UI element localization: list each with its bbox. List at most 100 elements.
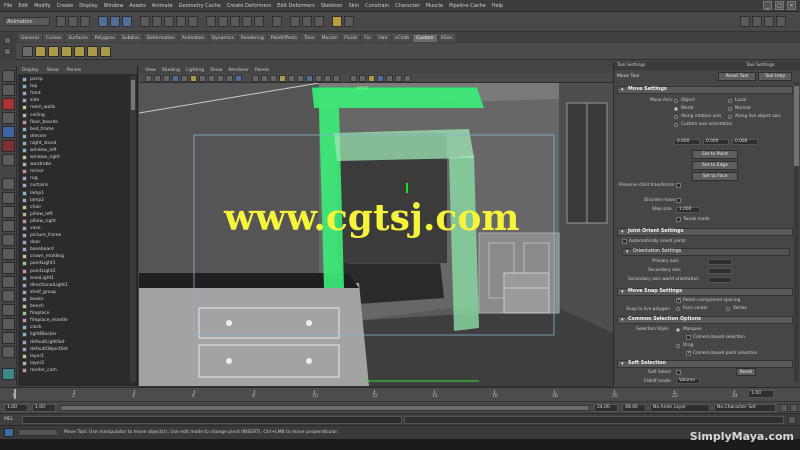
shelf-tab-xgen[interactable]: XGen	[437, 34, 456, 42]
outliner-row[interactable]: books	[18, 296, 130, 303]
menu-character[interactable]: Character	[395, 3, 420, 9]
set-to-face-button[interactable]: Set to Face	[692, 172, 738, 181]
shelf-tab-curves[interactable]: Curves	[42, 34, 65, 42]
shelf-tab-general[interactable]: General	[18, 34, 42, 42]
outliner-row[interactable]: baseboard	[18, 246, 130, 253]
radio-marquee[interactable]	[676, 328, 680, 332]
anim-end-field[interactable]: 48.00	[622, 404, 646, 412]
outliner-row[interactable]: clock	[18, 324, 130, 331]
command-input[interactable]	[22, 416, 402, 424]
common-selection-section[interactable]: Common Selection Options	[617, 316, 793, 324]
anim-layer-dropdown[interactable]: No Anim Layer	[650, 404, 710, 412]
menu-pipeline-cache[interactable]: Pipeline Cache	[449, 3, 486, 9]
viewport-toolbar-icon[interactable]	[208, 75, 215, 82]
viewport-toolbar-icon[interactable]	[386, 75, 393, 82]
outliner-row[interactable]: lamp1	[18, 190, 130, 197]
viewport-toolbar-icon[interactable]	[252, 75, 259, 82]
soft-selection-section[interactable]: Soft Selection	[617, 360, 793, 368]
menu-skeleton[interactable]: Skeleton	[321, 3, 343, 9]
current-time-field[interactable]: 1.00	[748, 390, 774, 398]
render-current-frame-icon[interactable]	[290, 16, 300, 27]
outliner-row[interactable]: ceiling	[18, 111, 130, 118]
outliner-row[interactable]: pointLight2	[18, 268, 130, 275]
scroll-thumb[interactable]	[794, 86, 799, 166]
outliner-row[interactable]: fireplace	[18, 310, 130, 317]
custom-axis-x-field[interactable]: 0.000	[674, 139, 700, 145]
shelf-tab-fur[interactable]: Fur	[361, 34, 375, 42]
soft-reset-button[interactable]: Reset	[736, 368, 756, 376]
preserve-children-checkbox[interactable]	[676, 183, 681, 188]
scale-tool-icon[interactable]	[2, 140, 15, 152]
viewport-toolbar-icon[interactable]	[377, 75, 384, 82]
move-snap-section[interactable]: Move Snap Settings	[617, 288, 793, 296]
soft-select-checkbox[interactable]	[676, 370, 681, 375]
auto-orient-checkbox[interactable]	[622, 239, 627, 244]
menu-file[interactable]: File	[4, 3, 12, 9]
select-object-icon[interactable]	[110, 16, 120, 27]
current-time-marker[interactable]	[14, 389, 16, 399]
input-line-icon[interactable]	[332, 16, 342, 27]
command-language-label[interactable]: MEL	[4, 416, 20, 424]
anim-start-field[interactable]: 1.00	[4, 404, 28, 412]
menu-create[interactable]: Create	[57, 3, 74, 9]
viewport-toolbar-icon[interactable]	[261, 75, 268, 82]
falloff-mode-dropdown[interactable]: Volume	[676, 378, 700, 384]
viewport-toolbar-icon[interactable]	[145, 75, 152, 82]
outliner-row[interactable]: areaLight1	[18, 275, 130, 282]
custom-layout-icon[interactable]	[2, 304, 15, 316]
custom-axis-y-field[interactable]: 0.000	[703, 139, 729, 145]
menu-animate[interactable]: Animate	[152, 3, 173, 9]
outliner-row[interactable]: bed_frame	[18, 126, 130, 133]
viewport-toolbar-icon[interactable]	[154, 75, 161, 82]
viewport-toolbar-icon[interactable]	[404, 75, 411, 82]
shelf-tab-hair[interactable]: Hair	[375, 34, 391, 42]
playback-start-field[interactable]: 1.00	[32, 404, 56, 412]
playback-end-field[interactable]: 24.00	[594, 404, 618, 412]
select-tool-icon[interactable]	[2, 70, 15, 82]
outliner-row[interactable]: persp	[18, 76, 130, 83]
outliner-row[interactable]: picture_frame	[18, 232, 130, 239]
outliner-row[interactable]: rug	[18, 175, 130, 182]
select-by-surface-icon[interactable]	[176, 16, 186, 27]
character-set-dropdown[interactable]: No Character Set	[714, 404, 776, 412]
camera-paint-checkbox[interactable]	[686, 350, 691, 356]
outliner-row[interactable]: directionalLight1	[18, 282, 130, 289]
shelf-tab-dynamics[interactable]: Dynamics	[208, 34, 237, 42]
show-layer-editor-icon[interactable]	[776, 16, 786, 27]
custom-layout-icon[interactable]	[2, 276, 15, 288]
shelf-tab-fluids[interactable]: Fluids	[341, 34, 361, 42]
select-by-joint-icon[interactable]	[152, 16, 162, 27]
minimize-button[interactable]: _	[763, 1, 772, 10]
shelf-tab-subdivs[interactable]: Subdivs	[118, 34, 143, 42]
menu-edit[interactable]: Edit	[18, 3, 28, 9]
outliner-row[interactable]: floor_boards	[18, 119, 130, 126]
outliner-row[interactable]: bench	[18, 303, 130, 310]
outliner-scrollbar[interactable]	[130, 76, 136, 382]
viewport-toolbar-icon[interactable]	[279, 75, 286, 82]
preferences-icon[interactable]	[790, 404, 798, 412]
viewport-toolbar-icon[interactable]	[226, 75, 233, 82]
outliner-row[interactable]: top	[18, 83, 130, 90]
outliner-row[interactable]: render_cam	[18, 367, 130, 374]
reset-tool-button[interactable]: Reset Tool	[718, 72, 756, 81]
menu-help[interactable]: Help	[492, 3, 503, 9]
shelf-tab-rendering[interactable]: Rendering	[237, 34, 267, 42]
tweak-mode-checkbox[interactable]	[676, 217, 681, 222]
lasso-tool-icon[interactable]	[2, 84, 15, 96]
radio-normal[interactable]	[728, 107, 732, 111]
custom-layout-icon[interactable]	[2, 262, 15, 274]
auto-key-icon[interactable]	[780, 404, 788, 412]
menu-create-deformers[interactable]: Create Deformers	[227, 3, 272, 9]
outliner-row[interactable]: window_right	[18, 154, 130, 161]
viewport-toolbar-icon[interactable]	[306, 75, 313, 82]
rotate-tool-icon[interactable]	[2, 126, 15, 138]
radio-rotation-axis[interactable]	[674, 115, 678, 119]
universal-manipulator-icon[interactable]	[2, 154, 15, 166]
show-attribute-editor-icon[interactable]	[740, 16, 750, 27]
open-scene-icon[interactable]	[68, 16, 78, 27]
outliner-row[interactable]: curtains	[18, 182, 130, 189]
show-channel-box-icon[interactable]	[764, 16, 774, 27]
menu-muscle[interactable]: Muscle	[426, 3, 443, 9]
discrete-move-checkbox[interactable]	[676, 198, 681, 203]
shelf-tool-icon[interactable]	[100, 46, 111, 57]
